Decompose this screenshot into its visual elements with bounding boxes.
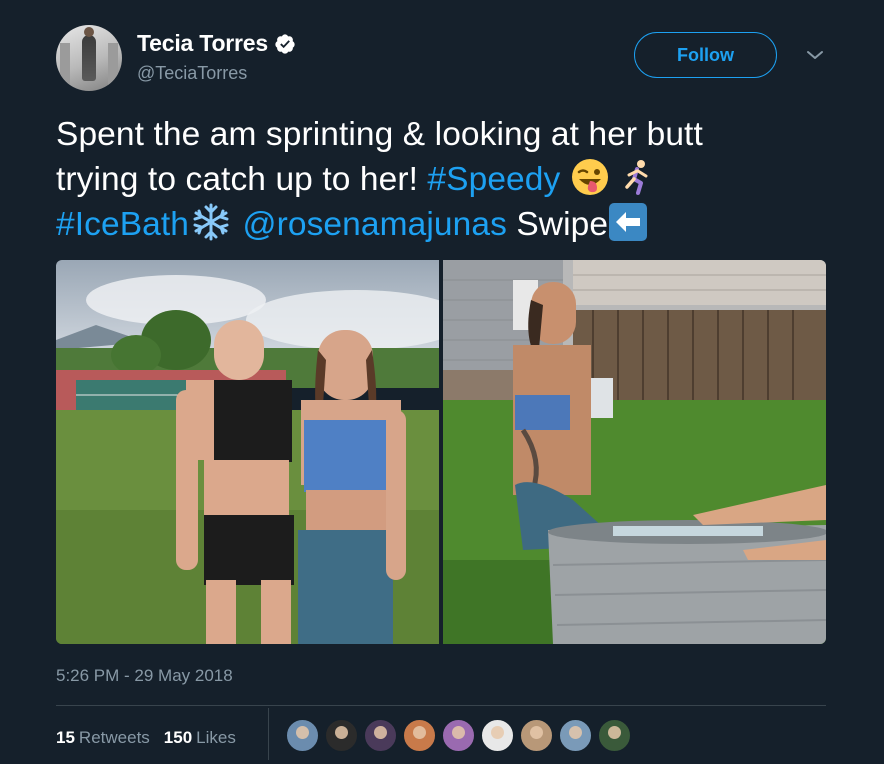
photo-icebath-image	[443, 260, 826, 644]
hashtag-speedy[interactable]: #Speedy	[427, 161, 560, 198]
photo-icebath[interactable]	[443, 260, 826, 644]
liker-avatar[interactable]	[286, 719, 319, 752]
retweets-count: 15	[56, 728, 75, 747]
tweet-timestamp[interactable]: 5:26 PM - 29 May 2018	[56, 666, 233, 686]
liker-avatar[interactable]	[598, 719, 631, 752]
hashtag-icebath[interactable]: #IceBath	[56, 206, 189, 243]
photo-track-image	[56, 260, 439, 644]
left-arrow-icon	[609, 203, 648, 241]
stats-separator	[268, 708, 269, 760]
liker-avatar[interactable]	[364, 719, 397, 752]
author-name-row[interactable]: Tecia Torres	[137, 30, 296, 57]
liker-avatar[interactable]	[325, 719, 358, 752]
photo-track[interactable]	[56, 260, 439, 644]
display-name[interactable]: Tecia Torres	[137, 30, 268, 57]
avatar-figure	[82, 27, 96, 81]
stats-divider-top	[56, 705, 826, 706]
verified-badge-icon	[275, 33, 295, 54]
mention-rosenamajunas[interactable]: @rosenamajunas	[242, 206, 506, 243]
tweet-text-line2: trying to catch up to her!	[56, 161, 428, 198]
tweet-text: Spent the am sprinting & looking at her …	[56, 112, 846, 247]
snowflake-icon	[193, 203, 229, 241]
tweet-text-swipe: Swipe	[506, 206, 609, 243]
retweets-label: Retweets	[78, 728, 150, 747]
tweet-text-line1: Spent the am sprinting & looking at her …	[56, 116, 703, 153]
liker-avatar[interactable]	[559, 719, 592, 752]
likes-count: 150	[163, 728, 193, 747]
chevron-down-icon[interactable]	[806, 49, 824, 61]
liker-avatar[interactable]	[481, 719, 514, 752]
likes-label: Likes	[196, 728, 236, 747]
liker-avatar[interactable]	[442, 719, 475, 752]
handle[interactable]: @TeciaTorres	[137, 63, 247, 84]
profile-avatar[interactable]	[56, 25, 122, 91]
liker-avatar[interactable]	[520, 719, 553, 752]
person-running-icon	[625, 160, 648, 195]
winking-tongue-emoji-icon	[571, 159, 608, 195]
liker-avatar[interactable]	[403, 719, 436, 752]
media-grid[interactable]	[56, 260, 826, 644]
follow-button[interactable]: Follow	[634, 32, 777, 78]
likes-stat[interactable]: 150 Likes	[164, 728, 236, 748]
avatar-rack-left	[60, 43, 70, 87]
avatar-rack-right	[108, 43, 118, 87]
liker-avatars	[286, 719, 637, 752]
engagement-stats: 15 Retweets 150 Likes	[56, 728, 236, 748]
retweets-stat[interactable]: 15 Retweets	[56, 728, 150, 748]
